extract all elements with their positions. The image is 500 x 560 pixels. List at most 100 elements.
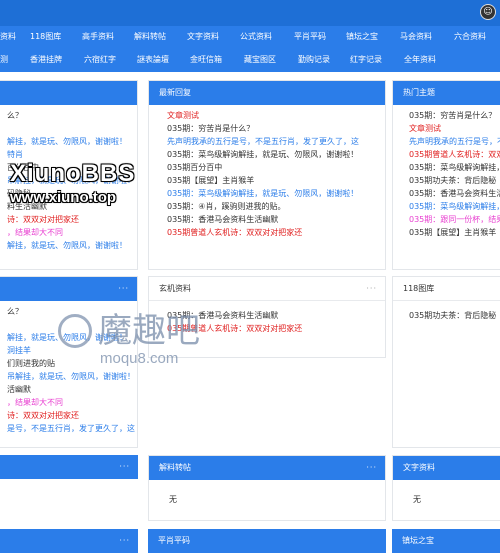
post-link[interactable]: 035期【展望】主肖猴羊 xyxy=(409,226,500,239)
left-mid-panel: ··· 么？ 解挂，就是玩、勿限风，谢谢啦！ 洞挂羊 们则进我的贴 吊解挂，就是玩、勿限… xyxy=(0,276,138,448)
post-link[interactable]: 035期：菜鸟级解询解挂，就是玩 xyxy=(409,161,500,174)
post-link[interactable] xyxy=(7,122,137,135)
post-link[interactable]: ，结果却大不同 xyxy=(7,396,137,409)
post-link[interactable]: 吊解挂，就是玩、勿限风，谢谢啦！ xyxy=(7,174,137,187)
top-bar: ☺ xyxy=(0,0,500,26)
post-link[interactable]: 先声明我承的五行是号，不是五行肖，发了更久了，这 xyxy=(167,135,385,148)
nav-item[interactable]: 解料转帖 xyxy=(134,31,166,42)
nav-item[interactable]: 平肖平码 xyxy=(294,31,326,42)
post-link[interactable]: 035期【展望】主肖猴羊 xyxy=(167,174,385,187)
post-link[interactable]: 是号，不是五行肖，发了更久了，这 xyxy=(7,422,137,435)
more-icon[interactable]: ··· xyxy=(366,456,377,480)
post-link[interactable]: 文章测试 xyxy=(167,109,385,122)
left-bottom-header: ··· xyxy=(0,455,138,479)
post-link[interactable]: 百分百中 xyxy=(7,161,137,174)
post-list: 文章测试 035期：穷苦肖是什么？ 先声明我承的五行是号，不是五行肖，发了更久了，这… xyxy=(149,105,385,239)
post-link[interactable]: 035期曾道人玄机诗：双双对对把 xyxy=(409,148,500,161)
nav-item[interactable]: 六宿红字 xyxy=(84,54,116,65)
nav-item[interactable]: 红字记录 xyxy=(350,54,382,65)
nav-item[interactable]: 六合资料 xyxy=(454,31,486,42)
post-list: 么？ 解挂，就是玩、勿限风，谢谢啦！ 特肖 百分百中 吊解挂，就是玩、勿限风，谢谢啦！码… xyxy=(0,105,137,252)
post-link[interactable]: 035期：④肖，蹊驹则进我的贴。 xyxy=(167,200,385,213)
empty-text: 无 xyxy=(413,495,421,504)
post-link[interactable]: 们则进我的贴 xyxy=(7,357,137,370)
xuanji-header: 玄机资料 ··· xyxy=(149,277,385,301)
post-link[interactable]: 解挂，就是玩、勿限风，谢谢啦！ xyxy=(7,239,137,252)
more-icon[interactable]: ··· xyxy=(366,277,377,301)
more-icon[interactable]: ··· xyxy=(119,455,130,479)
post-list: 么？ 解挂，就是玩、勿限风，谢谢啦！ 洞挂羊 们则进我的贴 吊解挂，就是玩、勿限风，谢谢… xyxy=(0,301,137,435)
post-link[interactable]: 035期：菜鸟级解询解挂，就是玩 xyxy=(409,200,500,213)
post-link[interactable]: 035期：跟同一份杯，结果却大不同 xyxy=(409,213,500,226)
post-link[interactable]: 码隐秘 xyxy=(7,187,137,200)
latest-replies-header: 最新回复 xyxy=(149,81,385,105)
nav-item[interactable]: 镇坛之宝 xyxy=(346,31,378,42)
post-link[interactable]: 吊解挂，就是玩、勿限风，谢谢啦！ xyxy=(7,370,137,383)
post-list: 035期功夫茶：背后隐秘 xyxy=(393,301,500,322)
nav-item[interactable]: 香港挂牌 xyxy=(30,54,62,65)
nav-item[interactable]: 资料 xyxy=(0,31,16,42)
empty-text: 无 xyxy=(169,495,177,504)
post-link[interactable]: 么？ xyxy=(7,305,137,318)
post-link[interactable]: 解挂，就是玩、勿限风，谢谢啦！ xyxy=(7,331,137,344)
nav-item[interactable]: 测 xyxy=(0,54,8,65)
post-link[interactable]: 诗：双双对对把家还 xyxy=(7,409,137,422)
post-link[interactable]: 035期：穷苦肖是什么？ xyxy=(167,122,385,135)
post-link[interactable]: ，结果却大不同 xyxy=(7,226,137,239)
left-bottom2-panel: ··· xyxy=(0,529,138,560)
more-icon[interactable]: ··· xyxy=(118,277,129,301)
nav-item[interactable]: 马会资料 xyxy=(400,31,432,42)
panel-title: 热门主题 xyxy=(403,88,435,97)
post-link[interactable]: 特肖 xyxy=(7,148,137,161)
nav-item[interactable]: 藏宝图区 xyxy=(244,54,276,65)
post-link[interactable]: 活幽默 xyxy=(7,383,137,396)
post-link[interactable]: 035期百分百中 xyxy=(167,161,385,174)
post-link[interactable]: 035期：菜鸟级解询解挂，就是玩、勿限风，谢谢啦！ xyxy=(167,148,385,161)
xuanji-panel: 玄机资料 ··· 035期：香港马会资料生活幽默 035期曾道人玄机诗：双双对对把… xyxy=(148,276,386,358)
post-link[interactable]: 先声明我承的五行是号，不是五行 xyxy=(409,135,500,148)
post-link[interactable]: 035期曾道人玄机诗：双双对对把家还 xyxy=(167,322,385,335)
nav-item[interactable]: 全年资料 xyxy=(404,54,436,65)
post-list: 035期：香港马会资料生活幽默 035期曾道人玄机诗：双双对对把家还 xyxy=(149,301,385,335)
post-link[interactable]: 035期功夫茶：背后隐秘 xyxy=(409,309,500,322)
post-link[interactable]: 么？ xyxy=(7,109,137,122)
wenzi-header: 文字资料 xyxy=(393,456,500,480)
nav-item[interactable]: 高手资料 xyxy=(82,31,114,42)
pingxiao-panel: 平肖平码 xyxy=(148,529,386,560)
post-link[interactable]: 料生活幽默 xyxy=(7,200,137,213)
nav-row-1: 资料 118图库 高手资料 解料转帖 文字资料 公式资料 平肖平码 镇坛之宝 马… xyxy=(0,26,500,49)
post-link[interactable]: 035期：香港马会资料生活幽默 xyxy=(167,213,385,226)
nav-item[interactable]: 118图库 xyxy=(30,31,61,42)
tuku-header: 118图库 xyxy=(393,277,500,301)
post-link[interactable]: 035期：菜鸟级解询解挂，就是玩、勿限风，谢谢啦！ xyxy=(167,187,385,200)
nav-item[interactable]: 謎表論壇 xyxy=(137,54,169,65)
category-nav: 资料 118图库 高手资料 解料转帖 文字资料 公式资料 平肖平码 镇坛之宝 马… xyxy=(0,26,500,72)
panel-title: 118图库 xyxy=(403,284,435,293)
post-link[interactable]: 035期：穷苦肖是什么？ xyxy=(409,109,500,122)
left-panel-header xyxy=(0,81,137,105)
post-link[interactable]: 洞挂羊 xyxy=(7,344,137,357)
nav-item[interactable]: 文字资料 xyxy=(187,31,219,42)
nav-item[interactable]: 勤购记录 xyxy=(298,54,330,65)
pingxiao-header: 平肖平码 xyxy=(148,529,386,553)
nav-row-2: 测 香港挂牌 六宿红字 謎表論壇 金旺信箱 藏宝图区 勤购记录 红字记录 全年资… xyxy=(0,49,500,72)
latest-replies-panel: 最新回复 文章测试 035期：穷苦肖是什么？ 先声明我承的五行是号，不是五行肖，发了… xyxy=(148,80,386,270)
post-link[interactable]: 文章测试 xyxy=(409,122,500,135)
wenzi-panel: 文字资料 无 xyxy=(392,455,500,521)
panel-title: 镇坛之宝 xyxy=(402,536,434,545)
post-link[interactable]: 035期：香港马会资料生活幽默 xyxy=(167,309,385,322)
post-link[interactable]: 解挂，就是玩、勿限风，谢谢啦！ xyxy=(7,135,137,148)
left-bottom-panel: ··· xyxy=(0,455,138,521)
left-list-panel: 么？ 解挂，就是玩、勿限风，谢谢啦！ 特肖 百分百中 吊解挂，就是玩、勿限风，谢谢啦！码… xyxy=(0,80,138,270)
user-avatar-icon[interactable]: ☺ xyxy=(480,4,496,20)
post-link[interactable] xyxy=(7,318,137,331)
more-icon[interactable]: ··· xyxy=(119,529,130,553)
nav-item[interactable]: 公式资料 xyxy=(240,31,272,42)
post-link[interactable]: 诗：双双对对把家还 xyxy=(7,213,137,226)
jieliao-panel: 解料转帖 ··· 无 xyxy=(148,455,386,521)
post-link[interactable]: 035期：香港马会资料生活幽默 xyxy=(409,187,500,200)
post-link[interactable]: 035期功夫茶：背后隐秘 xyxy=(409,174,500,187)
nav-item[interactable]: 金旺信箱 xyxy=(190,54,222,65)
zhentan-panel: 镇坛之宝 xyxy=(392,529,500,560)
post-link[interactable]: 035期曾道人玄机诗：双双对对把家还 xyxy=(167,226,385,239)
